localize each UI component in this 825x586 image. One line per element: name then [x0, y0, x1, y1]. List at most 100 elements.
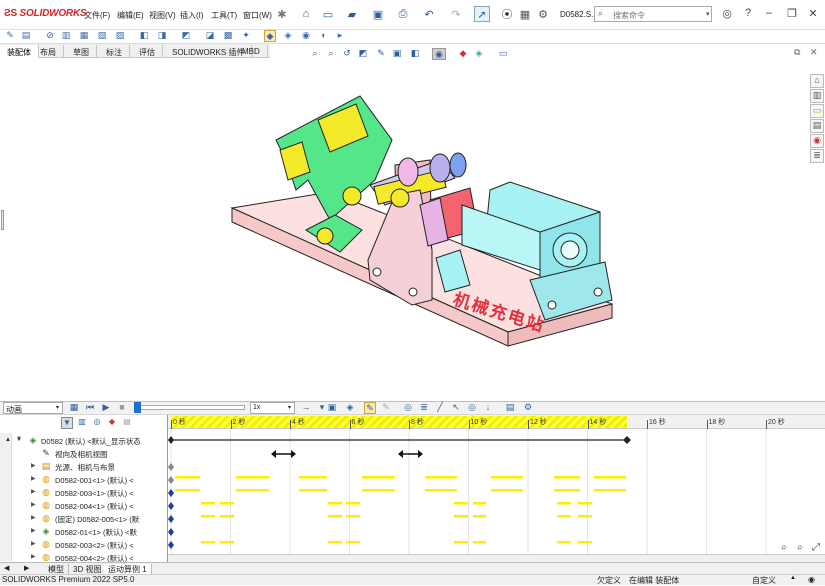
key-interval-bar[interactable] [557, 515, 571, 518]
filter-selected-icon[interactable]: ◎ [91, 417, 103, 429]
minimize-icon[interactable]: – [762, 7, 776, 21]
key-interval-bar[interactable] [454, 502, 468, 505]
key-interval-bar[interactable] [454, 515, 468, 518]
tree-expand-arrow[interactable]: ▶ [31, 540, 36, 547]
filter-animated-icon[interactable]: ▼ [61, 417, 73, 429]
study-properties-gear-icon[interactable]: ⚙ [522, 402, 534, 414]
key-interval-bar[interactable] [594, 476, 626, 479]
key-interval-bar[interactable] [346, 502, 360, 505]
assembly-features-icon[interactable]: ◨ [156, 30, 168, 42]
key-interval-bar[interactable] [201, 515, 215, 518]
view-key-left[interactable] [271, 450, 276, 458]
tree-row[interactable]: ▶ ▤ 光源、相机与布景 [0, 460, 140, 473]
menu-edit[interactable]: 编辑(E) [117, 10, 144, 21]
save-animation-icon[interactable]: ▣ [326, 402, 338, 414]
key-interval-bar[interactable] [362, 476, 395, 479]
menu-file[interactable]: 文件(F) [84, 10, 110, 21]
key-interval-bar[interactable] [346, 515, 360, 518]
key-diamond[interactable] [168, 489, 174, 497]
new-motion-study-icon[interactable]: ◪ [204, 30, 216, 42]
key-interval-bar[interactable] [425, 476, 457, 479]
key-interval-bar[interactable] [175, 489, 200, 492]
close-icon[interactable]: ✕ [806, 7, 820, 21]
key-interval-bar[interactable] [362, 489, 395, 492]
study-type-select[interactable]: 动画 [3, 402, 63, 414]
viewport-close-icon[interactable]: ✕ [810, 47, 818, 58]
tree-row[interactable]: ▶ ◍ (固定) D0582-005<1> (默认 [0, 512, 140, 525]
gravity-icon[interactable]: ↓ [482, 402, 494, 414]
tree-row[interactable]: ▼ ◈ D0582 (默认) <默认_显示状态 [0, 434, 140, 447]
traffic-light-icon[interactable]: ⦿ [499, 6, 515, 22]
play-from-start-icon[interactable]: ⏮ [84, 402, 96, 414]
tree-expand-arrow[interactable]: ▼ [16, 436, 22, 442]
key-interval-bar[interactable] [175, 476, 200, 479]
key-interval-bar[interactable] [220, 541, 234, 544]
key-interval-bar[interactable] [220, 502, 234, 505]
tree-expand-arrow[interactable]: ▶ [31, 553, 36, 560]
key-interval-bar[interactable] [578, 541, 592, 544]
tree-expand-arrow[interactable]: ▶ [31, 514, 36, 521]
select-icon[interactable]: ➚ [474, 6, 490, 22]
filter-results-icon[interactable]: ◆ [106, 417, 118, 429]
stop-icon[interactable]: ■ [116, 402, 128, 414]
new-document-icon[interactable]: ▭ [320, 6, 336, 22]
animation-wizard-icon[interactable]: ◈ [344, 402, 356, 414]
key-interval-bar[interactable] [201, 541, 215, 544]
tab-layout[interactable]: 布局 [33, 45, 64, 58]
tab-mbd[interactable]: MBD [235, 45, 268, 58]
mate-icon[interactable]: ⊘ [44, 30, 56, 42]
key-diamond[interactable] [168, 541, 174, 549]
tree-expand-arrow[interactable]: ▶ [31, 462, 36, 469]
key-interval-bar[interactable] [201, 502, 215, 505]
large-assembly-icon[interactable]: ◐ [318, 30, 330, 42]
contact-icon[interactable]: ◎ [466, 402, 478, 414]
smart-fasteners-icon[interactable]: ▧ [96, 30, 108, 42]
reference-geometry-icon[interactable]: ◩ [180, 30, 192, 42]
view-palette-icon[interactable]: ▤ [810, 119, 824, 133]
key-diamond[interactable] [168, 476, 174, 484]
key-diamond[interactable] [168, 436, 174, 444]
damper-icon[interactable]: ╱ [434, 402, 446, 414]
component-preview-icon[interactable]: ▥ [60, 30, 72, 42]
tree-row[interactable]: ✎ 视向及相机视图 [0, 447, 140, 460]
key-interval-bar[interactable] [578, 502, 592, 505]
tree-row[interactable]: ▶ ◈ D0582-01<1> (默认) <默 [0, 525, 140, 538]
key-interval-bar[interactable] [554, 476, 580, 479]
key-interval-bar[interactable] [473, 502, 486, 505]
tab-sketch[interactable]: 草图 [66, 45, 97, 58]
key-diamond[interactable] [168, 463, 174, 471]
key-interval-bar[interactable] [554, 489, 580, 492]
tree-expand-arrow[interactable]: ▶ [31, 488, 36, 495]
results-plots-icon[interactable]: ▤ [504, 402, 516, 414]
search-dropdown-icon[interactable]: ▾ [706, 10, 710, 18]
key-interval-bar[interactable] [557, 502, 571, 505]
key-interval-bar[interactable] [299, 476, 327, 479]
key-interval-bar[interactable] [299, 489, 327, 492]
playback-slider-thumb[interactable] [134, 402, 141, 413]
force-icon[interactable]: ↖ [450, 402, 462, 414]
key-diamond[interactable] [168, 528, 174, 536]
spring-icon[interactable]: ≣ [418, 402, 430, 414]
linear-pattern-icon[interactable]: ▦ [78, 30, 90, 42]
key-interval-bar[interactable] [557, 541, 571, 544]
edit-component-icon[interactable]: ✎ [4, 30, 16, 42]
key-diamond[interactable] [168, 515, 174, 523]
graphics-area[interactable] [0, 58, 808, 401]
task-pane-resources-icon[interactable]: ⌂ [810, 74, 824, 88]
key-interval-bar[interactable] [236, 489, 269, 492]
key-interval-bar[interactable] [328, 541, 342, 544]
insert-components-icon[interactable]: ▤ [20, 30, 32, 42]
tab-markup[interactable]: 标注 [99, 45, 130, 58]
file-explorer-icon[interactable]: ▭ [810, 104, 824, 118]
tab-3d-views[interactable]: 3D 视图 [69, 564, 107, 574]
tree-row[interactable]: ▶ ◍ D0582-001<1> (默认) < [0, 473, 140, 486]
menu-insert[interactable]: 插入(I) [180, 10, 204, 21]
bill-of-materials-icon[interactable]: ▩ [222, 30, 234, 42]
open-icon[interactable]: ▰ [344, 6, 360, 22]
menu-window[interactable]: 窗口(W) [243, 10, 272, 21]
help-icon[interactable]: ? [741, 7, 755, 21]
status-units[interactable]: 自定义 [752, 575, 776, 586]
rebuild-icon[interactable]: ▦ [517, 6, 533, 22]
take-snapshot-icon[interactable]: ◉ [300, 30, 312, 42]
save-icon[interactable]: ▣ [370, 6, 386, 22]
